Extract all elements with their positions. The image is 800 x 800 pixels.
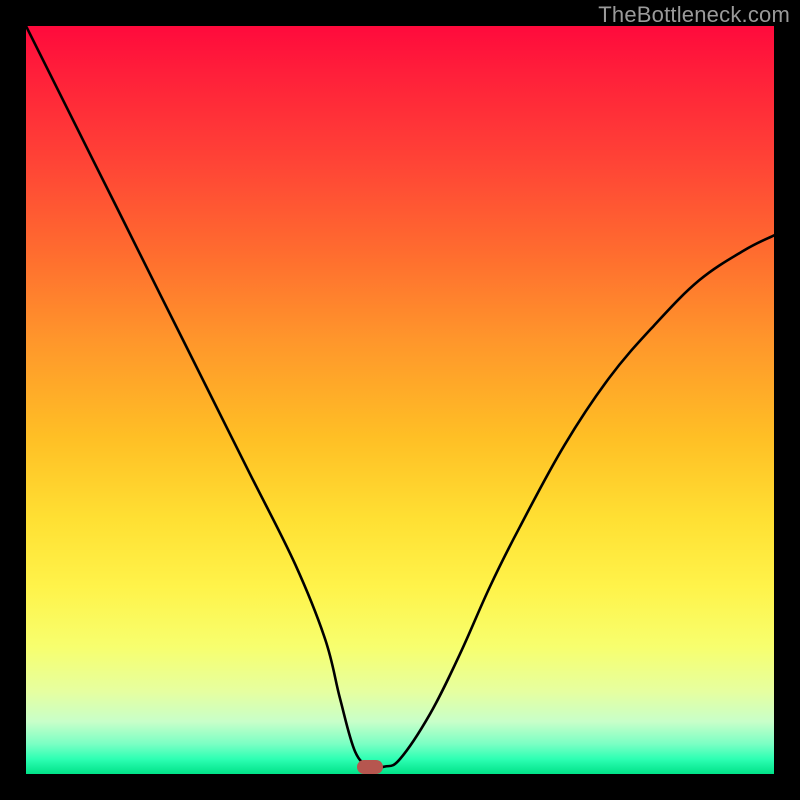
chart-frame: TheBottleneck.com — [0, 0, 800, 800]
minimum-marker — [357, 760, 383, 774]
watermark-text: TheBottleneck.com — [598, 2, 790, 28]
curve-svg — [26, 26, 774, 774]
plot-area — [26, 26, 774, 774]
bottleneck-curve — [26, 26, 774, 768]
